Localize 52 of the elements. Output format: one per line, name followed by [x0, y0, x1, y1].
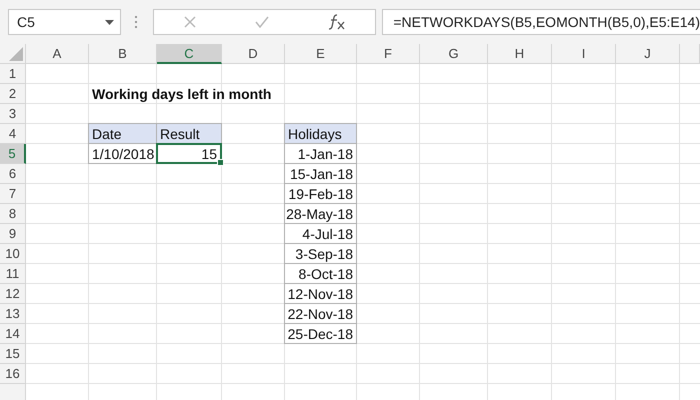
table-cell[interactable]: 15 — [156, 143, 222, 164]
table-cell[interactable]: 12-Nov-18 — [284, 283, 357, 304]
column-header[interactable]: J — [616, 44, 680, 64]
column-header[interactable]: G — [420, 44, 488, 64]
row-header[interactable]: 4 — [0, 124, 26, 144]
row-header[interactable]: 3 — [0, 104, 26, 124]
dropdown-caret-icon[interactable] — [104, 20, 114, 24]
row-header[interactable]: 15 — [0, 344, 26, 364]
row-header[interactable]: 7 — [0, 184, 26, 204]
column-header[interactable] — [680, 44, 700, 64]
row-header[interactable]: 12 — [0, 284, 26, 304]
table-cell[interactable]: 1-Jan-18 — [284, 143, 357, 164]
table-cell[interactable]: 15-Jan-18 — [284, 163, 357, 184]
column-header[interactable]: H — [488, 44, 552, 64]
table-cell[interactable]: 3-Sep-18 — [284, 243, 357, 264]
row-header[interactable]: 6 — [0, 164, 26, 184]
name-box[interactable]: C5 — [8, 9, 121, 35]
column-header[interactable]: I — [552, 44, 616, 64]
check-icon[interactable] — [254, 16, 269, 28]
column-header[interactable]: F — [357, 44, 420, 64]
row-header[interactable]: 10 — [0, 244, 26, 264]
table-cell[interactable]: 25-Dec-18 — [284, 323, 357, 344]
select-all-button[interactable] — [0, 44, 26, 64]
function-icon[interactable] — [328, 14, 346, 30]
sheet-title: Working days left in month — [91, 85, 272, 104]
column-header[interactable]: C — [157, 44, 222, 64]
drag-handle-icon[interactable] — [134, 16, 137, 28]
cancel-icon[interactable] — [184, 16, 196, 28]
column-header[interactable]: B — [89, 44, 157, 64]
column-header[interactable]: E — [285, 44, 357, 64]
row-header[interactable]: 8 — [0, 204, 26, 224]
row-header[interactable]: 9 — [0, 224, 26, 244]
table-cell[interactable]: 22-Nov-18 — [284, 303, 357, 324]
row-header[interactable]: 11 — [0, 264, 26, 284]
column-heading: Holidays — [284, 123, 357, 144]
row-header[interactable]: 2 — [0, 84, 26, 104]
column-heading: Date — [88, 123, 157, 144]
column-heading: Result — [156, 123, 222, 144]
table-cell[interactable]: 1/10/2018 — [88, 143, 157, 164]
column-header[interactable]: D — [222, 44, 285, 64]
formula-field[interactable]: =NETWORKDAYS(B5,EOMONTH(B5,0),E5:E14) — [382, 9, 700, 35]
row-header[interactable]: 1 — [0, 64, 26, 84]
row-header[interactable]: 16 — [0, 364, 26, 384]
row-header[interactable] — [0, 384, 26, 400]
column-header[interactable]: A — [26, 44, 89, 64]
table-cell[interactable]: 19-Feb-18 — [284, 183, 357, 204]
row-header[interactable]: 5 — [0, 144, 26, 164]
table-cell[interactable]: 8-Oct-18 — [284, 263, 357, 284]
row-header[interactable]: 13 — [0, 304, 26, 324]
table-cell[interactable]: 4-Jul-18 — [284, 223, 357, 244]
row-header[interactable]: 14 — [0, 324, 26, 344]
table-cell[interactable]: 28-May-18 — [284, 203, 357, 224]
